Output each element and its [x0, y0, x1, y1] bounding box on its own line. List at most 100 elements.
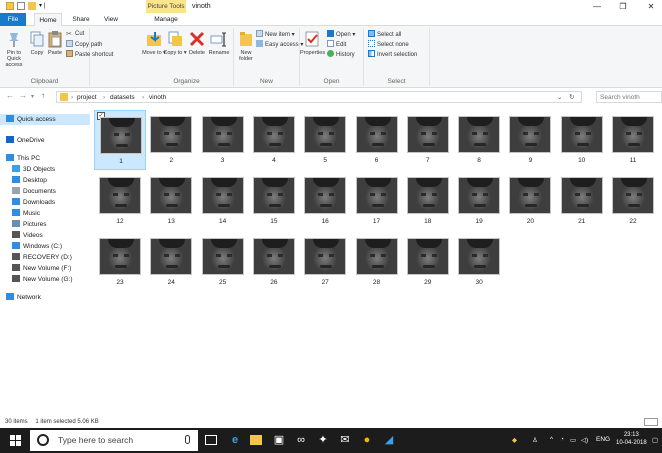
battery-icon[interactable]: ▭: [570, 436, 576, 444]
dropbox-icon[interactable]: ✦: [316, 433, 330, 447]
windows-start-icon[interactable]: [10, 435, 21, 446]
file-item[interactable]: 4: [248, 110, 300, 170]
sidebar-item-network[interactable]: Network: [0, 292, 90, 303]
file-item[interactable]: 5: [299, 110, 351, 170]
show-hidden-icons-icon[interactable]: ^: [550, 436, 553, 443]
file-item[interactable]: 16: [299, 171, 351, 231]
tray-app-icon[interactable]: ◆: [512, 436, 517, 444]
tab-home[interactable]: Home: [34, 13, 62, 27]
file-item[interactable]: 29: [402, 232, 454, 292]
maximize-button[interactable]: ❐: [612, 0, 634, 13]
search-input[interactable]: Search vinoth: [596, 91, 662, 103]
file-item[interactable]: 14: [197, 171, 249, 231]
easy-access-button[interactable]: Easy access ▾: [256, 40, 303, 49]
microphone-icon[interactable]: [185, 435, 190, 444]
sidebar-item-music[interactable]: Music: [0, 208, 90, 219]
file-item[interactable]: 22: [607, 171, 659, 231]
folder-icon[interactable]: [6, 2, 14, 10]
refresh-icon[interactable]: ↻: [569, 92, 574, 103]
picture-tools-tab[interactable]: Picture Tools: [146, 0, 186, 13]
people-icon[interactable]: ♙: [532, 436, 538, 444]
sidebar-item-videos[interactable]: Videos: [0, 230, 90, 241]
file-item[interactable]: 19: [453, 171, 505, 231]
new-item-button[interactable]: New item ▾: [256, 30, 295, 39]
chevron-down-icon[interactable]: ⌄: [557, 92, 562, 103]
new-folder-button[interactable]: New folder: [234, 30, 258, 62]
sidebar-item-windows-c[interactable]: Windows (C:): [0, 241, 90, 252]
tab-share[interactable]: Share: [68, 13, 94, 26]
network-tray-icon[interactable]: ◔: [560, 436, 564, 443]
properties-icon[interactable]: [17, 2, 25, 10]
sidebar-item-desktop[interactable]: Desktop: [0, 175, 90, 186]
store-icon[interactable]: ▣: [272, 433, 286, 447]
volume-icon[interactable]: ◁): [581, 436, 588, 444]
sidebar-item-documents[interactable]: Documents: [0, 186, 90, 197]
breadcrumb[interactable]: › project › datasets › vinoth ⌄ ↻: [56, 91, 582, 103]
paste-shortcut-button[interactable]: Paste shortcut: [66, 50, 113, 59]
language-indicator[interactable]: ENG: [596, 436, 610, 443]
file-item[interactable]: ✓ 1: [94, 110, 146, 170]
sidebar-item-recovery-d[interactable]: RECOVERY (D:): [0, 252, 90, 263]
copy-path-button[interactable]: Copy path: [66, 40, 102, 49]
pin-quick-access-button[interactable]: Pin to Quick access: [2, 30, 26, 68]
file-item[interactable]: 15: [248, 171, 300, 231]
edit-button[interactable]: Edit: [327, 40, 346, 49]
sidebar-item-pictures[interactable]: Pictures: [0, 219, 90, 230]
file-item[interactable]: 3: [197, 110, 249, 170]
file-item[interactable]: 17: [351, 171, 403, 231]
clock[interactable]: 23:13 10-04-2018: [616, 431, 647, 447]
forward-arrow-icon[interactable]: →: [19, 91, 27, 100]
sidebar-item-onedrive[interactable]: OneDrive: [0, 135, 90, 146]
file-item[interactable]: 30: [453, 232, 505, 292]
rename-button[interactable]: Rename: [207, 30, 231, 56]
file-item[interactable]: 11: [607, 110, 659, 170]
customize-toolbar-icon[interactable]: ▾ |: [39, 2, 45, 10]
app-icon[interactable]: ◢: [382, 433, 396, 447]
select-none-button[interactable]: Select none: [368, 40, 409, 49]
sidebar-item-3d-objects[interactable]: 3D Objects: [0, 164, 90, 175]
sidebar-item-new-volume-f[interactable]: New Volume (F:): [0, 263, 90, 274]
back-arrow-icon[interactable]: ←: [6, 91, 14, 100]
file-item[interactable]: 9: [504, 110, 556, 170]
sidebar-item-this-pc[interactable]: This PC: [0, 153, 90, 164]
view-toggle-icon[interactable]: [644, 418, 658, 426]
select-all-button[interactable]: Select all: [368, 30, 401, 39]
properties-button[interactable]: Properties: [300, 30, 325, 56]
chrome-icon[interactable]: ●: [360, 433, 374, 447]
file-explorer-icon[interactable]: [250, 435, 262, 445]
up-arrow-icon[interactable]: ↑: [41, 91, 45, 100]
breadcrumb-project[interactable]: project: [77, 92, 97, 103]
file-item[interactable]: 26: [248, 232, 300, 292]
taskbar-search-input[interactable]: Type here to search: [30, 430, 198, 451]
file-item[interactable]: 10: [556, 110, 608, 170]
file-item[interactable]: 27: [299, 232, 351, 292]
mail-icon[interactable]: ✉: [338, 433, 352, 447]
breadcrumb-datasets[interactable]: datasets: [110, 92, 135, 103]
sidebar-item-quick-access[interactable]: Quick access: [0, 114, 90, 125]
delete-button[interactable]: Delete: [185, 30, 209, 56]
infinity-app-icon[interactable]: ∞: [294, 433, 308, 447]
history-button[interactable]: History: [327, 50, 355, 59]
cut-button[interactable]: ✂ Cut: [66, 30, 84, 39]
file-item[interactable]: 28: [351, 232, 403, 292]
file-item[interactable]: 25: [197, 232, 249, 292]
minimize-button[interactable]: —: [586, 0, 608, 13]
file-item[interactable]: 20: [504, 171, 556, 231]
file-item[interactable]: 6: [351, 110, 403, 170]
tab-view[interactable]: View: [99, 13, 123, 26]
file-item[interactable]: 13: [145, 171, 197, 231]
tab-file[interactable]: File: [0, 13, 26, 26]
file-item[interactable]: 12: [94, 171, 146, 231]
sidebar-item-downloads[interactable]: Downloads: [0, 197, 90, 208]
file-item[interactable]: 2: [145, 110, 197, 170]
breadcrumb-vinoth[interactable]: vinoth: [149, 92, 166, 103]
close-button[interactable]: ✕: [640, 0, 662, 13]
new-folder-icon[interactable]: [28, 2, 36, 10]
invert-selection-button[interactable]: Invert selection: [368, 50, 417, 59]
tab-manage[interactable]: Manage: [146, 13, 186, 26]
open-button[interactable]: Open ▾: [327, 30, 355, 39]
file-item[interactable]: 8: [453, 110, 505, 170]
edge-browser-icon[interactable]: e: [228, 433, 242, 447]
copy-to-button[interactable]: Copy to ▾: [163, 30, 187, 56]
file-item[interactable]: 24: [145, 232, 197, 292]
